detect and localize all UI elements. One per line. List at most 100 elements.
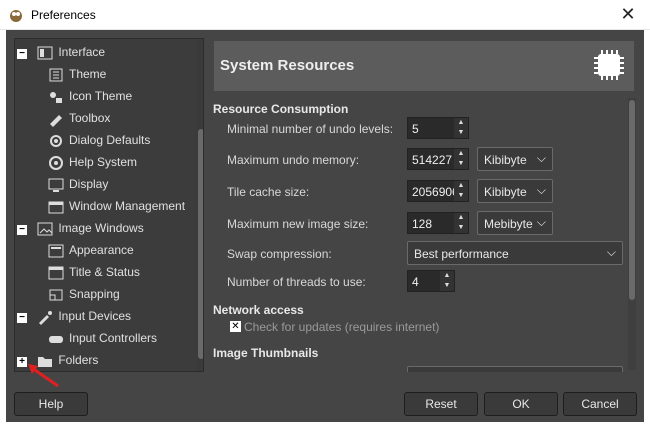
settings-panel: System Resources Resource Consumption Mi… bbox=[212, 38, 636, 372]
tree-item-window-management[interactable]: Window Management bbox=[47, 195, 185, 217]
undo-memory-unit-select[interactable]: Kibibyte ⌵ bbox=[477, 147, 553, 171]
tree-item-appearance[interactable]: Appearance bbox=[47, 239, 134, 261]
chevron-down-icon: ⌵ bbox=[606, 245, 616, 259]
tree-item-dialog-defaults[interactable]: Dialog Defaults bbox=[47, 129, 150, 151]
ok-button[interactable]: OK bbox=[484, 392, 558, 416]
tree-item-image-windows[interactable]: − Image Windows bbox=[17, 217, 144, 239]
theme-icon bbox=[49, 68, 63, 82]
tile-cache-stepper[interactable]: 2056906 ▲ ▼ bbox=[407, 180, 469, 202]
page-title: System Resources bbox=[220, 57, 355, 74]
stepper-arrows-icon[interactable]: ▲ ▼ bbox=[440, 271, 454, 291]
panel-scrollbar[interactable] bbox=[628, 98, 636, 370]
collapse-icon[interactable]: − bbox=[17, 313, 27, 323]
stepper-value: 5 bbox=[412, 122, 419, 136]
tree-label: Theme bbox=[69, 67, 107, 81]
tree-label: Toolbox bbox=[69, 111, 111, 125]
toolbox-icon bbox=[50, 114, 62, 127]
collapse-icon[interactable]: − bbox=[17, 225, 27, 235]
tree-label: Icon Theme bbox=[69, 89, 133, 103]
threads-stepper[interactable]: 4 ▲ ▼ bbox=[407, 270, 455, 292]
snapping-icon bbox=[49, 289, 63, 301]
tree-label: Title & Status bbox=[69, 265, 140, 279]
swap-compression-label: Swap compression: bbox=[227, 247, 332, 261]
select-value: Mebibyte bbox=[484, 217, 533, 231]
select-value: Kibibyte bbox=[484, 185, 527, 199]
undo-levels-label: Minimal number of undo levels: bbox=[227, 122, 394, 136]
tree-item-snapping[interactable]: Snapping bbox=[47, 283, 120, 305]
scrollbar-thumb[interactable] bbox=[198, 129, 203, 359]
image-windows-icon bbox=[37, 222, 53, 236]
window-management-icon bbox=[48, 201, 64, 214]
undo-memory-label: Maximum undo memory: bbox=[227, 153, 360, 167]
tree-label: Snapping bbox=[69, 287, 120, 301]
tree-label: Interface bbox=[58, 45, 106, 59]
close-button[interactable]: ✕ bbox=[606, 0, 650, 30]
chip-icon bbox=[594, 50, 624, 80]
tree-item-help-system[interactable]: Help System bbox=[47, 151, 137, 173]
chevron-down-icon: ⌵ bbox=[536, 215, 546, 229]
chevron-down-icon: ⌵ bbox=[536, 183, 546, 197]
tree-scrollbar[interactable] bbox=[197, 39, 203, 371]
swap-compression-select[interactable]: Best performance ⌵ bbox=[407, 241, 623, 265]
undo-levels-stepper[interactable]: 5 ▲ ▼ bbox=[407, 117, 469, 139]
tree-label: Display bbox=[69, 177, 109, 191]
tree-item-display[interactable]: Display bbox=[47, 173, 108, 195]
stepper-arrows-icon[interactable]: ▲ ▼ bbox=[454, 149, 468, 169]
help-button[interactable]: Help bbox=[14, 392, 88, 416]
threads-label: Number of threads to use: bbox=[227, 275, 366, 289]
stepper-value: 4 bbox=[412, 275, 419, 289]
annotation-arrow-icon bbox=[28, 364, 59, 388]
stepper-value: 514227 bbox=[412, 153, 453, 167]
select-value: Kibibyte bbox=[484, 153, 527, 167]
cancel-button[interactable]: Cancel bbox=[563, 392, 637, 416]
tree-label: Window Management bbox=[69, 199, 186, 213]
dialog-defaults-icon bbox=[50, 134, 62, 147]
tree-item-input-controllers[interactable]: Input Controllers bbox=[47, 327, 157, 349]
max-image-size-label: Maximum new image size: bbox=[227, 217, 369, 231]
tree-label: Input Devices bbox=[58, 309, 132, 323]
tree-label: Help System bbox=[69, 155, 138, 169]
undo-memory-stepper[interactable]: 514227 ▲ ▼ bbox=[407, 148, 469, 170]
reset-button[interactable]: Reset bbox=[404, 392, 478, 416]
tree-item-interface[interactable]: − Interface bbox=[17, 41, 105, 63]
tree-label: Image Windows bbox=[58, 221, 144, 235]
section-heading: Image Thumbnails bbox=[213, 346, 319, 360]
interface-icon bbox=[37, 46, 53, 60]
stepper-arrows-icon[interactable]: ▲ ▼ bbox=[454, 213, 468, 233]
dialog-body: − Interface Theme Icon Theme Toolbox Dia… bbox=[6, 30, 644, 422]
icon-theme-icon bbox=[50, 91, 62, 103]
gimp-app-icon bbox=[10, 10, 22, 22]
max-image-size-stepper[interactable]: 128 ▲ ▼ bbox=[407, 212, 469, 234]
window-title: Preferences bbox=[31, 8, 96, 22]
tree-label: Dialog Defaults bbox=[69, 133, 151, 147]
stepper-value: 2056906 bbox=[412, 185, 459, 199]
title-status-icon bbox=[48, 266, 64, 280]
tree-label: Folders bbox=[58, 353, 99, 367]
tree-item-toolbox[interactable]: Toolbox bbox=[47, 107, 110, 129]
section-heading: Network access bbox=[213, 303, 304, 317]
panel-header: System Resources bbox=[214, 41, 634, 91]
select-value: Best performance bbox=[414, 247, 509, 261]
help-system-icon bbox=[49, 155, 63, 170]
chevron-down-icon: ⌵ bbox=[536, 151, 546, 165]
tree-item-title-status[interactable]: Title & Status bbox=[47, 261, 140, 283]
section-heading: Resource Consumption bbox=[213, 102, 349, 116]
tile-cache-label: Tile cache size: bbox=[227, 185, 310, 199]
collapse-icon[interactable]: − bbox=[17, 49, 27, 59]
max-image-size-unit-select[interactable]: Mebibyte ⌵ bbox=[477, 211, 553, 235]
input-devices-icon bbox=[39, 310, 53, 325]
preferences-tree: − Interface Theme Icon Theme Toolbox Dia… bbox=[14, 38, 204, 372]
tree-item-theme[interactable]: Theme bbox=[47, 63, 106, 85]
appearance-icon bbox=[48, 244, 64, 258]
stepper-arrows-icon[interactable]: ▲ ▼ bbox=[454, 181, 468, 201]
tile-cache-unit-select[interactable]: Kibibyte ⌵ bbox=[477, 179, 553, 203]
tree-item-input-devices[interactable]: − Input Devices bbox=[17, 305, 131, 327]
stepper-arrows-icon[interactable]: ▲ ▼ bbox=[454, 118, 468, 138]
scrollbar-thumb[interactable] bbox=[629, 100, 635, 300]
tree-label: Appearance bbox=[69, 243, 134, 257]
thumbnail-size-select[interactable] bbox=[407, 366, 623, 372]
check-updates-checkbox[interactable]: ✕ bbox=[230, 321, 241, 332]
display-icon bbox=[48, 178, 64, 192]
tree-item-icon-theme[interactable]: Icon Theme bbox=[47, 85, 132, 107]
stepper-value: 128 bbox=[412, 217, 433, 231]
